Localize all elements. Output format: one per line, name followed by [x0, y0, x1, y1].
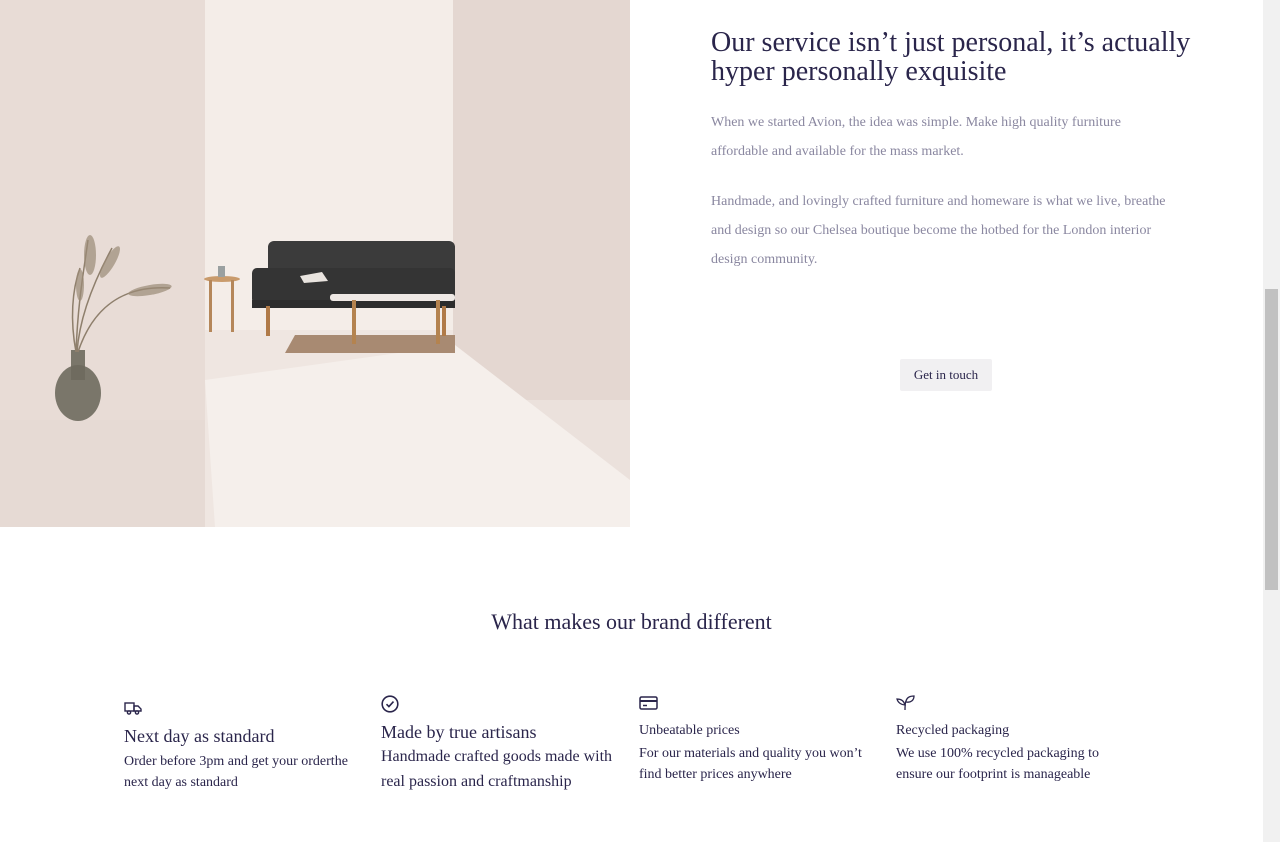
delivery-truck-icon	[124, 700, 144, 720]
about-section: Our service isn’t just personal, it’s ac…	[711, 28, 1191, 274]
feature-text: For our materials and quality you won’t …	[639, 746, 862, 782]
feature-title: Recycled packaging	[896, 723, 1010, 738]
scrollbar-thumb[interactable]	[1265, 289, 1278, 590]
feature-text: We use 100% recycled packaging to ensure…	[896, 746, 1099, 782]
feature-next-day: Next day as standard Order before 3pm an…	[124, 700, 364, 793]
feature-artisans: Made by true artisans Handmade crafted g…	[381, 695, 621, 794]
about-heading: Our service isn’t just personal, it’s ac…	[711, 27, 1191, 87]
about-paragraph-1: When we started Avion, the idea was simp…	[711, 115, 1121, 159]
feature-prices: Unbeatable prices For our materials and …	[639, 695, 879, 785]
features-title: What makes our brand different	[491, 609, 772, 634]
check-circle-icon	[381, 695, 401, 715]
hero-interior-image	[0, 0, 630, 527]
get-in-touch-button[interactable]: Get in touch	[900, 359, 992, 391]
feature-text: Order before 3pm and get your orderthe n…	[124, 754, 348, 790]
leaf-sprout-icon	[896, 695, 916, 715]
feature-text: Handmade crafted goods made with real pa…	[381, 748, 613, 790]
feature-packaging: Recycled packaging We use 100% recycled …	[896, 695, 1136, 785]
about-paragraph-2: Handmade, and lovingly crafted furniture…	[711, 194, 1166, 267]
interior-illustration	[0, 0, 630, 527]
feature-title: Unbeatable prices	[639, 723, 740, 738]
credit-card-icon	[639, 695, 659, 715]
page-scrollbar[interactable]	[1263, 0, 1280, 842]
feature-title: Next day as standard	[124, 726, 275, 746]
feature-title: Made by true artisans	[381, 722, 537, 742]
